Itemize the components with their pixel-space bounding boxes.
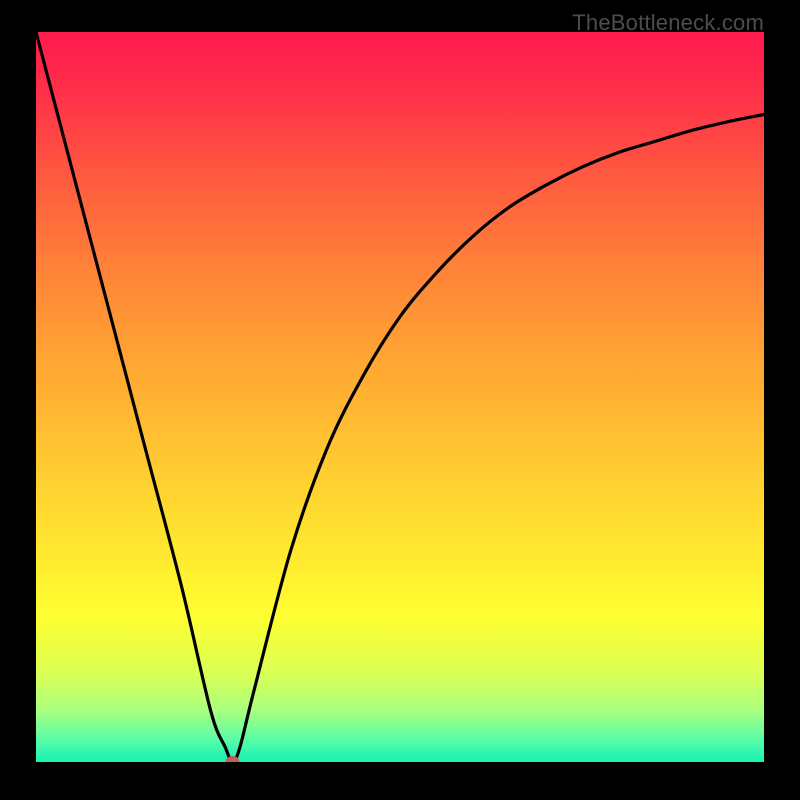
chart-container: TheBottleneck.com xyxy=(0,0,800,800)
bottleneck-curve xyxy=(36,32,764,762)
curve-svg xyxy=(36,32,764,762)
plot-area xyxy=(36,32,764,762)
